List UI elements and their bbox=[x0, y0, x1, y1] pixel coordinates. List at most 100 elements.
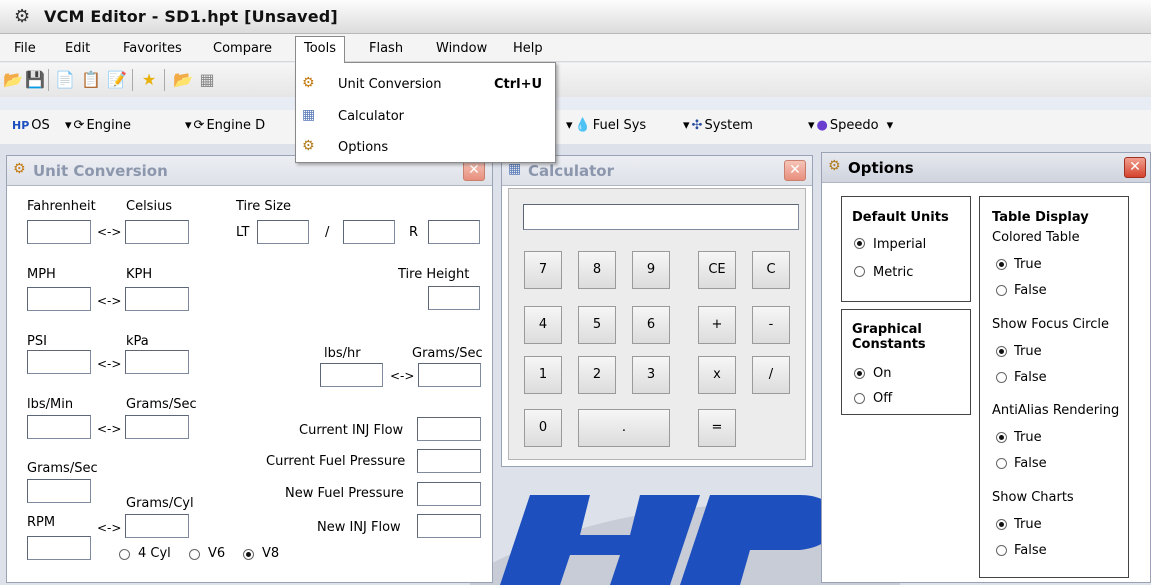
mph-input[interactable] bbox=[27, 287, 91, 311]
kpa-input[interactable] bbox=[125, 350, 189, 374]
tire-width-input[interactable] bbox=[257, 220, 309, 244]
folder-star-icon[interactable]: 📂 bbox=[172, 69, 194, 91]
calc-key-3[interactable]: 3 bbox=[632, 356, 670, 394]
menu-compare[interactable]: Compare bbox=[205, 38, 280, 60]
radio-false-label: False bbox=[1014, 543, 1047, 558]
grams-cyl-label: Grams/Cyl bbox=[126, 496, 194, 511]
calc-key-multiply[interactable]: x bbox=[698, 356, 736, 394]
calc-key-ce[interactable]: CE bbox=[698, 251, 736, 289]
open-folder-icon[interactable]: 📂 bbox=[2, 69, 24, 91]
lbs-min-label: lbs/Min bbox=[27, 397, 74, 412]
radio-metric[interactable] bbox=[854, 266, 865, 277]
radio-focus-circle-false[interactable] bbox=[996, 372, 1007, 383]
radio-antialias-false[interactable] bbox=[996, 458, 1007, 469]
radio-v6[interactable] bbox=[189, 549, 200, 560]
calc-key-divide[interactable]: / bbox=[752, 356, 790, 394]
radio-v8-label: V8 bbox=[262, 546, 280, 561]
fahrenheit-input[interactable] bbox=[27, 220, 91, 244]
calc-key-5[interactable]: 5 bbox=[578, 306, 616, 344]
radio-imperial[interactable] bbox=[854, 238, 865, 249]
module-speedo[interactable]: ▾ ● Speedo ▾ bbox=[808, 118, 895, 133]
colored-table-label: Colored Table bbox=[992, 230, 1080, 245]
radio-on[interactable] bbox=[854, 368, 865, 379]
close-icon[interactable]: ✕ bbox=[784, 160, 806, 181]
star-icon[interactable]: ★ bbox=[138, 69, 160, 91]
grams-cyl-input[interactable] bbox=[125, 514, 189, 538]
calc-key-9[interactable]: 9 bbox=[632, 251, 670, 289]
unit-conversion-title: Unit Conversion bbox=[33, 162, 168, 180]
module-os[interactable]: HP OS bbox=[12, 118, 50, 133]
current-inj-flow-input[interactable] bbox=[417, 417, 481, 441]
menu-favorites[interactable]: Favorites bbox=[115, 38, 190, 60]
document-icon[interactable]: 📄 bbox=[54, 69, 76, 91]
close-icon[interactable]: ✕ bbox=[463, 160, 485, 181]
convert-arrow: <-> bbox=[97, 294, 122, 308]
calc-key-decimal[interactable]: . bbox=[578, 409, 670, 447]
calc-key-4[interactable]: 4 bbox=[524, 306, 562, 344]
document-arrow-icon[interactable]: 📋 bbox=[80, 69, 102, 91]
r-label: R bbox=[409, 225, 419, 240]
grid-icon[interactable]: ▦ bbox=[196, 69, 218, 91]
calc-key-6[interactable]: 6 bbox=[632, 306, 670, 344]
current-fuel-pressure-input[interactable] bbox=[417, 449, 481, 473]
tools-dropdown-menu: ⚙ Unit Conversion Ctrl+U ▦ Calculator ⚙ … bbox=[295, 62, 556, 163]
radio-true-label: True bbox=[1014, 517, 1042, 532]
calc-key-minus[interactable]: - bbox=[752, 306, 790, 344]
menu-file[interactable]: File bbox=[6, 38, 44, 60]
lbs-hr-input[interactable] bbox=[320, 363, 383, 387]
new-fuel-pressure-input[interactable] bbox=[417, 482, 481, 506]
module-engine[interactable]: ▾ ⟳ Engine bbox=[65, 118, 131, 133]
calc-key-1[interactable]: 1 bbox=[524, 356, 562, 394]
save-icon[interactable]: 💾 bbox=[24, 69, 46, 91]
calc-key-plus[interactable]: + bbox=[698, 306, 736, 344]
dropdown-arrow-icon: ▾ bbox=[566, 118, 573, 133]
table-display-group: Table Display Colored Table True False S… bbox=[979, 196, 1129, 578]
menu-item-calculator[interactable]: ▦ Calculator bbox=[296, 101, 555, 131]
tire-rim-input[interactable] bbox=[428, 220, 480, 244]
close-icon[interactable]: ✕ bbox=[1124, 157, 1146, 178]
menu-window[interactable]: Window bbox=[428, 38, 495, 60]
grams-sec-input[interactable] bbox=[418, 363, 481, 387]
menu-item-options[interactable]: ⚙ Options bbox=[296, 132, 555, 162]
radio-show-charts-false[interactable] bbox=[996, 545, 1007, 556]
psi-input[interactable] bbox=[27, 350, 91, 374]
radio-show-charts-true[interactable] bbox=[996, 519, 1007, 530]
rpm-input[interactable] bbox=[27, 536, 91, 560]
module-system[interactable]: ▾ ✣ System bbox=[683, 118, 753, 133]
menu-flash[interactable]: Flash bbox=[361, 38, 411, 60]
calc-key-8[interactable]: 8 bbox=[578, 251, 616, 289]
calc-key-7[interactable]: 7 bbox=[524, 251, 562, 289]
lbs-min-input[interactable] bbox=[27, 415, 91, 439]
module-toolbar: HP OS ▾ ⟳ Engine ▾ ⟳ Engine D ▾ 💧 Fuel Sys ▾ ✣ Sy… bbox=[0, 110, 1151, 144]
calc-key-equals[interactable]: = bbox=[698, 409, 736, 447]
grams-sec-min-input[interactable] bbox=[125, 415, 189, 439]
radio-colored-table-false[interactable] bbox=[996, 285, 1007, 296]
menu-edit[interactable]: Edit bbox=[57, 38, 98, 60]
radio-focus-circle-true[interactable] bbox=[996, 346, 1007, 357]
unit-conversion-icon: ⚙ bbox=[13, 161, 26, 177]
radio-colored-table-true[interactable] bbox=[996, 259, 1007, 270]
tire-aspect-input[interactable] bbox=[343, 220, 395, 244]
menu-help[interactable]: Help bbox=[505, 38, 551, 60]
calc-key-c[interactable]: C bbox=[752, 251, 790, 289]
module-engine-diag[interactable]: ▾ ⟳ Engine D bbox=[185, 118, 265, 133]
radio-off[interactable] bbox=[854, 393, 865, 404]
calculator-display[interactable] bbox=[523, 204, 799, 230]
menu-item-unit-conversion[interactable]: ⚙ Unit Conversion Ctrl+U bbox=[296, 69, 555, 99]
kph-input[interactable] bbox=[125, 287, 189, 311]
document-edit-icon[interactable]: 📝 bbox=[106, 69, 128, 91]
menu-tools[interactable]: Tools bbox=[295, 36, 346, 63]
unit-conversion-window: ⚙ Unit Conversion ✕ Fahrenheit Celsius T… bbox=[6, 155, 493, 583]
radio-4cyl[interactable] bbox=[119, 549, 130, 560]
options-caption: ⚙ Options ✕ bbox=[822, 153, 1150, 183]
new-inj-flow-input[interactable] bbox=[417, 514, 481, 538]
radio-v8[interactable] bbox=[243, 549, 254, 560]
module-fuel-sys[interactable]: ▾ 💧 Fuel Sys bbox=[566, 118, 646, 133]
tire-height-input[interactable] bbox=[428, 286, 480, 310]
radio-antialias-true[interactable] bbox=[996, 432, 1007, 443]
speedo-icon: ● bbox=[816, 118, 828, 133]
calc-key-2[interactable]: 2 bbox=[578, 356, 616, 394]
calc-key-0[interactable]: 0 bbox=[524, 409, 562, 447]
celsius-input[interactable] bbox=[125, 220, 189, 244]
grams-sec-cyl-input[interactable] bbox=[27, 479, 91, 503]
